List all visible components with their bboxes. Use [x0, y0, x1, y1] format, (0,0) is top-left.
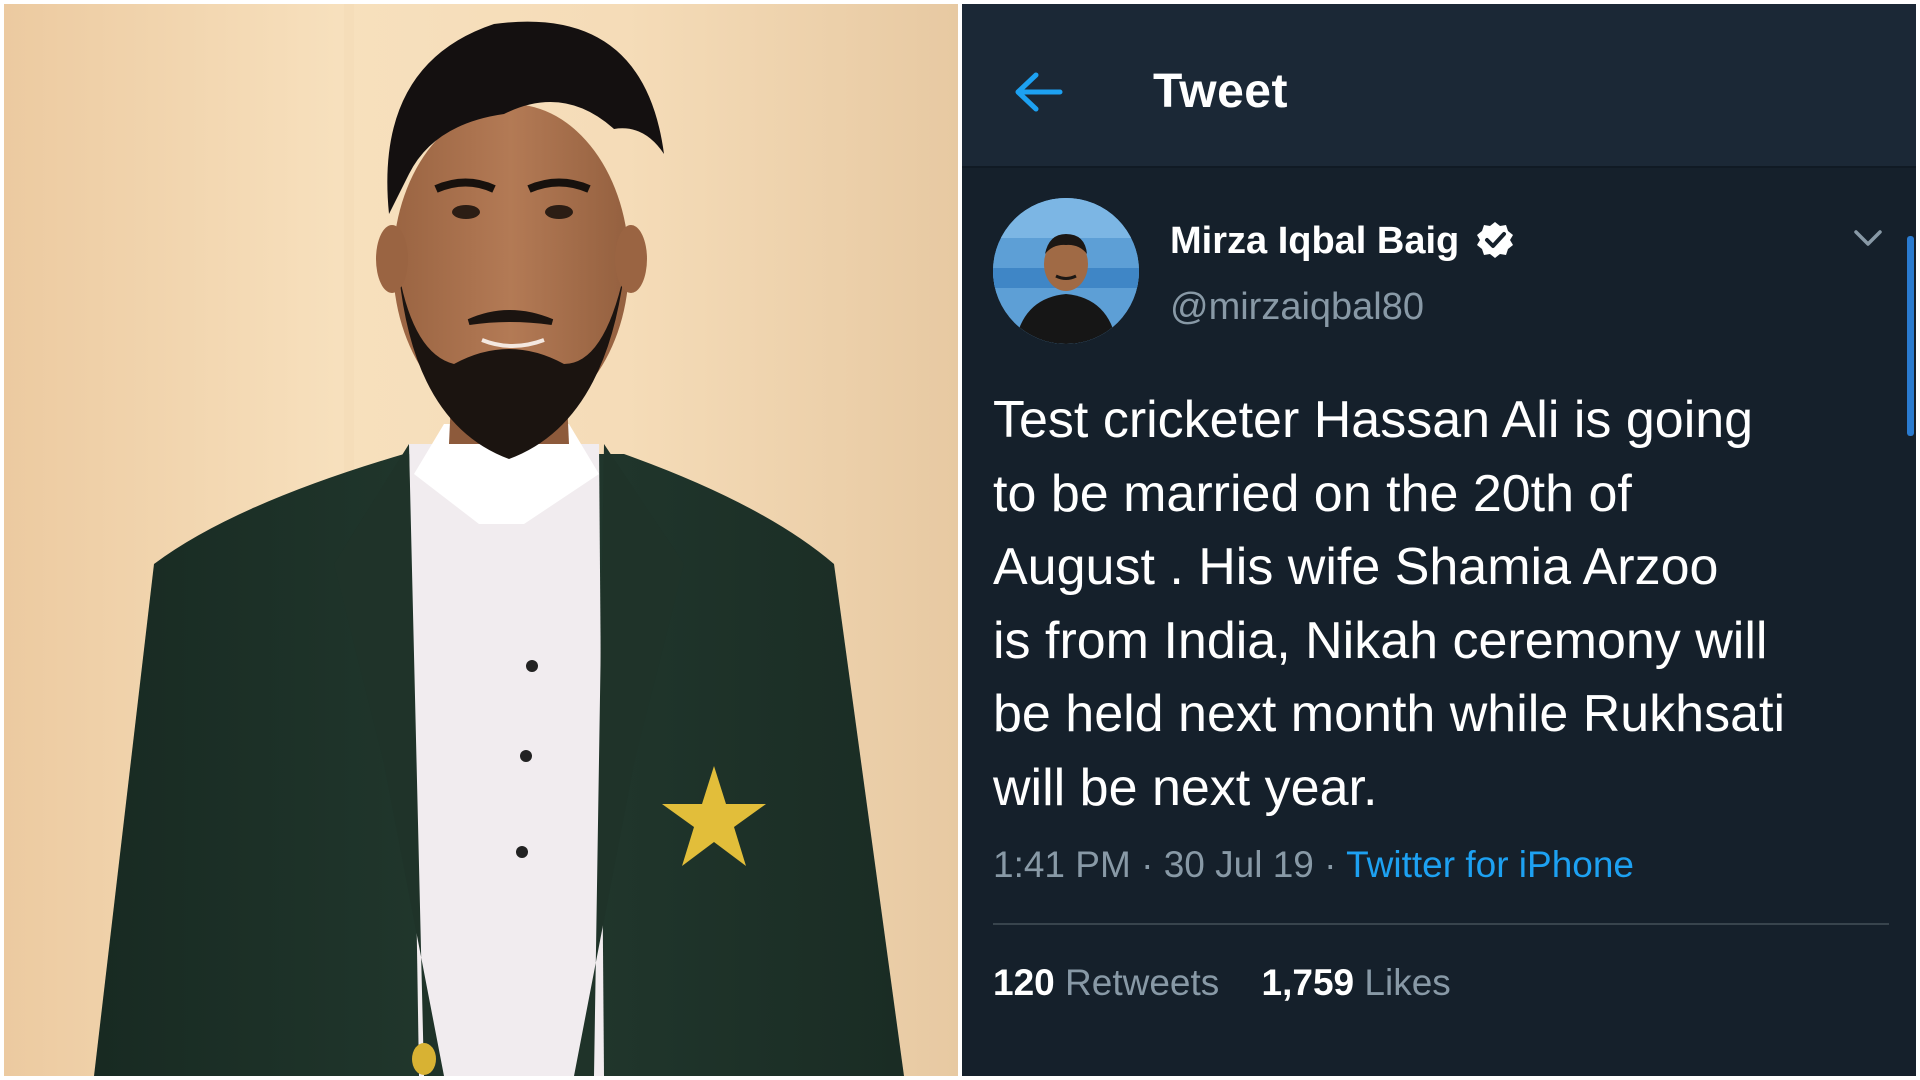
likes-stat[interactable]: 1,759 Likes	[1262, 962, 1451, 1003]
chevron-down-icon[interactable]	[1850, 226, 1886, 250]
tweet-text-line: is from India, Nikah ceremony will	[993, 611, 1768, 670]
tweet-source-link[interactable]: Twitter for iPhone	[1346, 844, 1634, 885]
tweet-date: 30 Jul 19	[1163, 844, 1314, 885]
avatar[interactable]	[993, 198, 1139, 344]
retweets-count: 120	[993, 962, 1055, 1003]
meta-separator: ·	[1324, 844, 1337, 885]
tweet-text-line: be held next month while Rukhsati	[993, 685, 1786, 743]
retweets-label: Retweets	[1065, 962, 1220, 1003]
avatar-image	[993, 198, 1139, 344]
meta-separator: ·	[1141, 844, 1154, 885]
tweet-time: 1:41 PM	[993, 844, 1131, 885]
tweet-stats: 120 Retweets 1,759 Likes	[993, 962, 1483, 1004]
tweet-text-line: Test cricketer Hassan Ali is going	[993, 391, 1754, 449]
arrow-left-icon[interactable]	[1012, 66, 1064, 118]
scrollbar[interactable]	[1907, 236, 1914, 436]
tweet-header: Tweet	[962, 4, 1916, 168]
tweet-text-line: to be married on the 20th of	[993, 464, 1632, 523]
likes-label: Likes	[1364, 962, 1451, 1003]
tweet-text-line: August . His wife Shamia Arzoo	[993, 538, 1719, 596]
verified-badge-icon	[1477, 222, 1513, 258]
photo-panel	[4, 4, 958, 1076]
tweet-panel: Tweet Mirza Iqbal Baig @mirzaiqbal80 Tes…	[962, 4, 1916, 1076]
tweet-text: Test cricketer Hassan Ali is going to be…	[993, 384, 1893, 825]
author-handle[interactable]: @mirzaiqbal80	[1170, 286, 1424, 329]
tweet-meta: 1:41 PM · 30 Jul 19 · Twitter for iPhone	[993, 844, 1634, 886]
divider	[993, 923, 1889, 925]
player-photo	[4, 4, 958, 1076]
likes-count: 1,759	[1261, 962, 1355, 1003]
page-title: Tweet	[1153, 65, 1288, 118]
tweet-text-line: will be next year.	[993, 758, 1378, 817]
retweets-stat[interactable]: 120 Retweets	[993, 962, 1219, 1003]
author-name[interactable]: Mirza Iqbal Baig	[1170, 220, 1459, 263]
